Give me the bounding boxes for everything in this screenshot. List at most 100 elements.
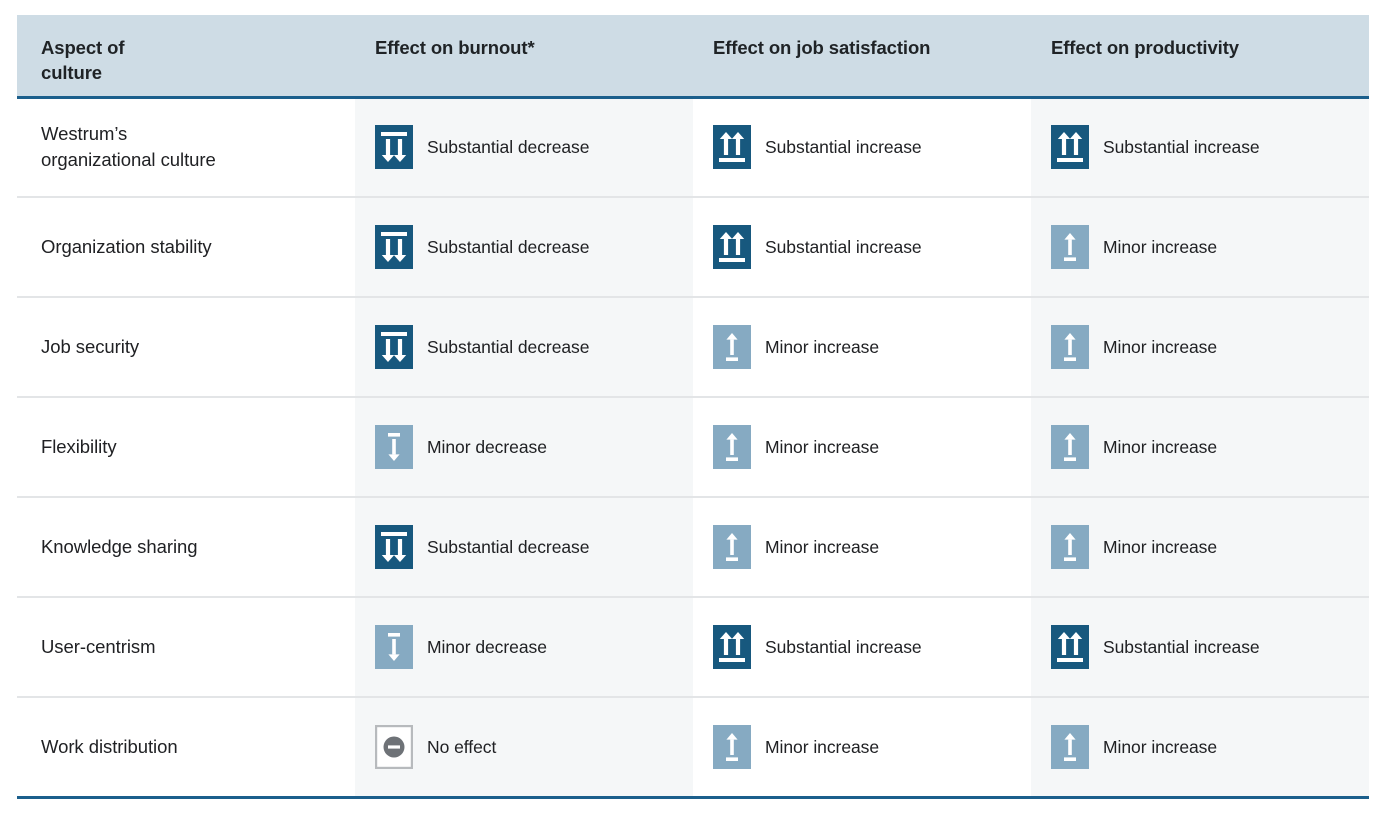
effect-label: Minor increase <box>1103 537 1218 557</box>
aspect-label: Job security <box>41 336 140 357</box>
effect-on-burnout-cell: Substantial decrease <box>355 297 693 398</box>
effect-cell-content: Substantial increase <box>713 225 1011 269</box>
substantial-increase-icon <box>1051 625 1089 669</box>
effect-label: Minor decrease <box>427 437 547 457</box>
effect-label: Substantial increase <box>765 137 922 158</box>
effect-cell-content: Minor increase <box>1051 525 1349 569</box>
effect-on-burnout-cell: Minor decrease <box>355 597 693 698</box>
effect-label: Minor increase <box>1103 736 1218 757</box>
effect-cell-content: Minor increase <box>713 425 1011 469</box>
effect-on-productivity-cell: Substantial increase <box>1031 97 1369 198</box>
aspect-label: Organization stability <box>41 236 212 257</box>
effect-cell-content: Minor increase <box>1051 325 1349 369</box>
effect-on-productivity-cell: Minor increase <box>1031 297 1369 398</box>
column-header-aspect-line1: Aspect of <box>41 37 125 58</box>
substantial-increase-icon <box>1051 125 1089 170</box>
minor-increase-icon <box>1051 325 1089 369</box>
effect-label: Substantial increase <box>765 237 922 257</box>
effect-label: Minor increase <box>765 736 880 757</box>
aspect-of-culture-cell: Knowledge sharing <box>17 497 355 598</box>
effect-cell-content: Substantial decrease <box>375 525 673 569</box>
aspect-label: Knowledge sharing <box>41 536 198 557</box>
table-row: Organization stability Substantial decrea… <box>17 197 1369 298</box>
effect-label: Minor decrease <box>427 637 547 657</box>
aspect-label-line2: organizational culture <box>41 149 216 171</box>
column-header-productivity: Effect on productivity <box>1031 15 1369 99</box>
minor-increase-icon <box>1051 525 1089 569</box>
substantial-increase-icon <box>713 625 751 669</box>
aspect-label: Westrum’s <box>41 123 128 145</box>
effect-label: Substantial increase <box>1103 637 1260 657</box>
table-row: User-centrism Minor decrease Substantial i… <box>17 597 1369 698</box>
table-row: Westrum’s organizational culture Substanti… <box>17 97 1369 198</box>
column-header-job-satisfaction: Effect on job satisfaction <box>693 15 1031 99</box>
effect-on-burnout-cell: Substantial decrease <box>355 497 693 598</box>
substantial-increase-icon <box>713 125 751 170</box>
effect-on-burnout-cell: Minor decrease <box>355 397 693 498</box>
minor-increase-icon <box>1051 724 1089 769</box>
aspect-of-culture-cell: Work distribution <box>17 697 355 799</box>
effect-on-burnout-cell: No effect <box>355 697 693 799</box>
effect-cell-content: Minor increase <box>713 525 1011 569</box>
effect-cell-content: Minor increase <box>713 325 1011 369</box>
table-row: Job security Substantial decrease Minor in… <box>17 297 1369 398</box>
aspect-label: User-centrism <box>41 636 156 657</box>
aspect-of-culture-cell: Organization stability <box>17 197 355 298</box>
effect-cell-content: Minor increase <box>1051 425 1349 469</box>
effect-on-burnout-cell: Substantial decrease <box>355 197 693 298</box>
table-body: Westrum’s organizational culture Substanti… <box>17 97 1369 799</box>
minor-increase-icon <box>1051 425 1089 469</box>
effect-on-productivity-cell: Minor increase <box>1031 497 1369 598</box>
effect-label: Minor increase <box>1103 437 1218 457</box>
effect-cell-content: Substantial decrease <box>375 225 673 269</box>
minor-increase-icon <box>713 724 751 769</box>
effect-on-job-satisfaction-cell: Minor increase <box>693 697 1031 799</box>
effect-label: Minor increase <box>765 537 880 557</box>
effect-cell-content: Minor increase <box>713 724 1011 769</box>
effect-cell-content: Minor decrease <box>375 625 673 669</box>
effect-on-productivity-cell: Minor increase <box>1031 397 1369 498</box>
substantial-decrease-icon <box>375 525 413 569</box>
effect-cell-content: Minor increase <box>1051 724 1349 769</box>
column-header-aspect-line2: culture <box>41 62 102 83</box>
effect-label: Substantial decrease <box>427 237 590 257</box>
aspect-label: Flexibility <box>41 436 117 457</box>
effect-label: Substantial decrease <box>427 337 590 357</box>
aspect-of-culture-cell: User-centrism <box>17 597 355 698</box>
effect-on-job-satisfaction-cell: Minor increase <box>693 297 1031 398</box>
minor-increase-icon <box>1051 225 1089 269</box>
aspect-of-culture-cell: Flexibility <box>17 397 355 498</box>
effect-cell-content: Substantial increase <box>1051 125 1349 170</box>
culture-effects-table-container: Aspect of culture Effect on burnout* Eff… <box>17 15 1369 799</box>
effect-cell-content: Substantial increase <box>713 125 1011 170</box>
effect-on-productivity-cell: Minor increase <box>1031 197 1369 298</box>
effect-cell-content: Substantial decrease <box>375 125 673 170</box>
effect-label: No effect <box>427 736 497 757</box>
aspect-of-culture-cell: Job security <box>17 297 355 398</box>
table-row: Flexibility Minor decrease Minor increase M… <box>17 397 1369 498</box>
column-header-burnout: Effect on burnout* <box>355 15 693 99</box>
effect-on-job-satisfaction-cell: Substantial increase <box>693 97 1031 198</box>
table-header-row: Aspect of culture Effect on burnout* Eff… <box>17 15 1369 99</box>
aspect-of-culture-cell: Westrum’s organizational culture <box>17 97 355 198</box>
effect-label: Minor increase <box>765 337 880 357</box>
effect-label: Minor increase <box>1103 237 1218 257</box>
effect-cell-content: Minor increase <box>1051 225 1349 269</box>
minor-decrease-icon <box>375 425 413 469</box>
substantial-decrease-icon <box>375 125 413 170</box>
effect-cell-content: Substantial increase <box>1051 625 1349 669</box>
table-row: Work distribution No effect Minor increase… <box>17 697 1369 799</box>
effect-on-productivity-cell: Substantial increase <box>1031 597 1369 698</box>
effect-cell-content: No effect <box>375 724 673 769</box>
effect-label: Substantial decrease <box>427 537 590 557</box>
effect-on-job-satisfaction-cell: Substantial increase <box>693 597 1031 698</box>
substantial-decrease-icon <box>375 225 413 269</box>
effect-cell-content: Substantial decrease <box>375 325 673 369</box>
minor-decrease-icon <box>375 625 413 669</box>
effect-cell-content: Minor decrease <box>375 425 673 469</box>
effect-on-burnout-cell: Substantial decrease <box>355 97 693 198</box>
effect-on-job-satisfaction-cell: Minor increase <box>693 497 1031 598</box>
effect-label: Substantial increase <box>1103 137 1260 158</box>
table-row: Knowledge sharing Substantial decrease Min… <box>17 497 1369 598</box>
column-header-aspect: Aspect of culture <box>17 15 355 99</box>
